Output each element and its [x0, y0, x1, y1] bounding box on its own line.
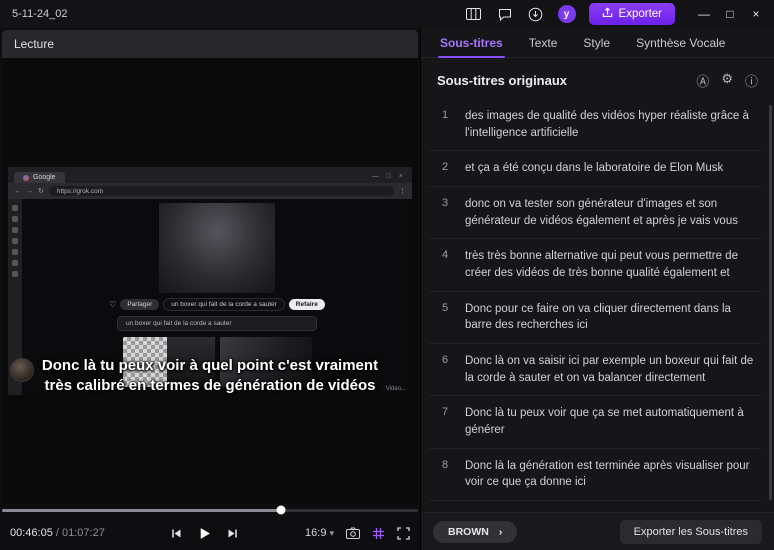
subtitle-number: 9 — [435, 510, 455, 512]
previous-frame-button[interactable] — [171, 528, 182, 539]
subtitle-number: 2 — [441, 161, 449, 174]
next-frame-button[interactable] — [227, 528, 238, 539]
maximize-button[interactable]: □ — [718, 4, 742, 24]
progress-bar[interactable] — [2, 505, 418, 515]
subtitles-header: Sous-titres originaux Ⓐ ⚙ ⓘ — [421, 58, 774, 99]
subtitle-text: Donc là on va saisir ici par exemple un … — [465, 355, 754, 384]
current-time: 00:46:05 — [10, 527, 53, 539]
tab-synthese-vocale[interactable]: Synthèse Vocale — [623, 29, 738, 57]
subtitles-title: Sous-titres originaux — [437, 73, 568, 88]
project-title: 5-11-24_02 — [12, 8, 68, 20]
voice-style-button[interactable]: BROWN › — [433, 520, 518, 543]
subtitle-overlay: Donc là tu peux voir à quel point c'est … — [2, 356, 418, 397]
player-panel: Lecture Google — □ × ← → ↻ https://grok.… — [0, 28, 420, 550]
info-icon[interactable]: ⓘ — [745, 71, 758, 90]
aspect-ratio-value: 16:9 — [305, 527, 327, 539]
time-display: 00:46:05 / 01:07:27 — [10, 527, 105, 539]
feedback-chat-icon[interactable] — [496, 5, 514, 23]
subtitle-row[interactable]: 6 Donc là on va saisir ici par exemple u… — [429, 344, 762, 397]
export-icon — [602, 7, 613, 21]
auto-caption-icon[interactable]: Ⓐ — [696, 71, 709, 90]
playback-panel-title: Lecture — [14, 37, 55, 51]
voice-style-label: BROWN — [448, 525, 489, 538]
subtitle-number: 7 — [441, 406, 449, 419]
browser-forward-icon: → — [26, 187, 33, 195]
download-icon[interactable] — [527, 5, 545, 23]
subtitle-row[interactable]: 2 et ça a été conçu dans le laboratoire … — [429, 151, 762, 188]
export-button-label: Exporter — [618, 8, 662, 20]
playback-controls: 00:46:05 / 01:07:27 16:9 ▾ — [0, 516, 420, 550]
snapshot-camera-icon[interactable] — [346, 527, 360, 539]
subtitle-number: 4 — [441, 249, 449, 262]
subtitle-text: Donc là la génération est terminée après… — [465, 459, 750, 489]
settings-gear-icon[interactable]: ⚙ — [721, 71, 733, 90]
prompt-chip: un boxer qui fait de la corde a sauter — [163, 298, 285, 311]
video-preview-area: Google — □ × ← → ↻ https://grok.com ⋮ ♡ … — [2, 58, 418, 504]
redo-button: Refaire — [288, 299, 325, 310]
tab-sous-titres[interactable]: Sous-titres — [427, 29, 516, 58]
browser-url-bar: https://grok.com — [48, 186, 394, 196]
subtitles-panel: Sous-titres Texte Style Synthèse Vocale … — [420, 28, 774, 550]
subtitle-row[interactable]: 3 donc on va tester son générateur d'ima… — [429, 187, 762, 240]
subtitle-number: 6 — [441, 354, 449, 367]
generated-image — [159, 203, 275, 293]
scrollbar[interactable] — [769, 105, 772, 500]
subtitle-overlay-line1: Donc là tu peux voir à quel point c'est … — [41, 356, 379, 374]
subtitle-number: 3 — [441, 197, 449, 210]
grid-toggle-icon[interactable] — [372, 527, 385, 540]
subtitle-text: donc on va tester son générateur d'image… — [465, 198, 738, 227]
chevron-down-icon: ▾ — [329, 527, 334, 538]
like-icon: ♡ — [109, 300, 117, 309]
subtitle-overlay-line2: très calibré en termes de génération de … — [44, 376, 376, 394]
playback-panel-header: Lecture — [2, 30, 418, 58]
subtitle-row[interactable]: 4 très très bonne alternative qui peut v… — [429, 239, 762, 292]
titlebar: 5-11-24_02 y Exporter — □ × — [0, 0, 774, 28]
subtitle-list: 1 des images de qualité des vidéos hyper… — [421, 99, 774, 512]
tab-style[interactable]: Style — [570, 29, 623, 57]
prompt-input: un boxer qui fait de la corde a sauter — [117, 316, 317, 331]
aspect-ratio-selector[interactable]: 16:9 ▾ — [305, 527, 334, 539]
subtitle-text: et ça a été conçu dans le laboratoire de… — [465, 162, 724, 175]
subtitle-number: 1 — [441, 109, 449, 121]
time-separator: / — [52, 527, 62, 539]
subtitles-footer: BROWN › Exporter les Sous-titres — [421, 512, 774, 550]
subtitle-text: Donc pour ce faire on va cliquer directe… — [465, 302, 731, 332]
subtitle-text: très très bonne alternative qui peut vou… — [465, 250, 738, 280]
browser-back-icon: ← — [14, 187, 21, 195]
app-window: 5-11-24_02 y Exporter — □ × Lecture Goog… — [0, 0, 774, 550]
tab-bar: Sous-titres Texte Style Synthèse Vocale — [421, 28, 774, 58]
export-subtitles-button[interactable]: Exporter les Sous-titres — [619, 519, 762, 544]
browser-window-controls: — □ × — [371, 173, 406, 180]
chevron-right-icon: › — [498, 525, 503, 538]
subtitle-row[interactable]: 8 Donc là la génération est terminée apr… — [429, 449, 762, 502]
progress-fill — [2, 508, 281, 512]
fullscreen-icon[interactable] — [397, 526, 410, 540]
tab-texte[interactable]: Texte — [516, 29, 571, 57]
layout-panels-icon[interactable] — [465, 5, 483, 23]
subtitle-row[interactable]: 7 Donc là tu peux voir que ça se met aut… — [429, 396, 762, 449]
subtitle-text: Ok — [465, 510, 480, 512]
user-avatar[interactable]: y — [557, 5, 576, 23]
timeline-row — [0, 504, 420, 516]
browser-menu-icon: ⋮ — [399, 188, 406, 195]
subtitle-number: 8 — [441, 458, 449, 471]
browser-tab: Google — [14, 172, 65, 183]
subtitle-row[interactable]: 1 des images de qualité des vidéos hyper… — [429, 99, 762, 152]
share-button: Partager — [120, 299, 160, 310]
subtitle-row[interactable]: 5 Donc pour ce faire on va cliquer direc… — [429, 292, 762, 345]
favicon — [23, 174, 29, 181]
subtitle-row[interactable]: 9 Ok — [429, 501, 762, 512]
subtitle-text: Donc là tu peux voir que ça se met autom… — [465, 407, 744, 437]
subtitle-number: 5 — [441, 301, 449, 314]
subtitle-text: des images de qualité des vidéos hyper r… — [465, 110, 749, 139]
play-button[interactable] — [198, 527, 211, 540]
export-button[interactable]: Exporter — [588, 3, 675, 25]
browser-reload-icon: ↻ — [38, 188, 44, 195]
duration: 01:07:27 — [62, 527, 105, 539]
close-button[interactable]: × — [744, 4, 768, 24]
minimize-button[interactable]: — — [692, 4, 716, 24]
progress-handle[interactable] — [276, 505, 286, 515]
